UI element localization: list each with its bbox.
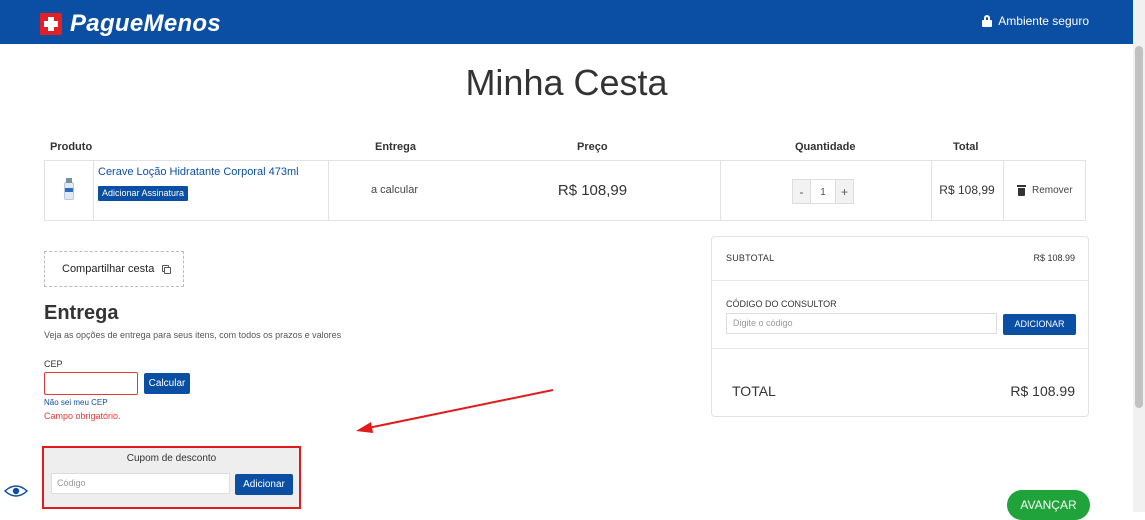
page-scrollbar[interactable] [1133, 0, 1145, 512]
eye-icon[interactable] [4, 484, 28, 498]
share-basket-button[interactable]: Compartilhar cesta [44, 251, 184, 287]
quantity-input[interactable]: 1 [811, 179, 835, 204]
trash-icon [1017, 185, 1026, 196]
increase-quantity-button[interactable]: + [835, 179, 854, 204]
coupon-title: Cupom de desconto [126, 453, 217, 464]
column-header-quantity: Quantidade [795, 141, 856, 153]
total-label: TOTAL [732, 383, 776, 399]
order-summary: SUBTOTAL R$ 108.99 CÓDIGO DO CONSULTOR D… [711, 236, 1089, 417]
column-header-total: Total [953, 141, 979, 153]
product-image[interactable] [59, 176, 81, 206]
coupon-code-input[interactable]: Código [51, 473, 230, 494]
cep-label: CEP [44, 359, 63, 369]
brand-name: PagueMenos [70, 10, 222, 37]
product-name-link[interactable]: Cerave Loção Hidratante Corporal 473ml [98, 166, 299, 178]
secure-label: Ambiente seguro [998, 14, 1089, 28]
remove-item-button[interactable]: Remover [1017, 185, 1073, 196]
top-header: PagueMenos Ambiente seguro [0, 0, 1133, 44]
total-value: R$ 108.99 [1010, 383, 1075, 399]
subtotal-label: SUBTOTAL [726, 253, 775, 263]
delivery-title: Entrega [44, 302, 119, 324]
proceed-button[interactable]: AVANÇAR [1007, 490, 1090, 520]
apply-coupon-button[interactable]: Adicionar [235, 474, 293, 495]
consultant-code-label: CÓDIGO DO CONSULTOR [726, 299, 837, 309]
calculate-shipping-button[interactable]: Calcular [144, 373, 190, 394]
pharmacy-cross-icon [40, 13, 62, 35]
decrease-quantity-button[interactable]: - [792, 179, 811, 204]
lock-icon [982, 15, 993, 27]
column-header-product: Produto [50, 141, 93, 153]
coupon-section: Cupom de desconto Código Adicionar [42, 446, 301, 509]
brand-logo[interactable]: PagueMenos [40, 10, 221, 38]
subtotal-value: R$ 108.99 [1033, 253, 1075, 263]
share-label: Compartilhar cesta [62, 263, 155, 275]
remove-label: Remover [1032, 185, 1073, 196]
add-consultant-code-button[interactable]: ADICIONAR [1003, 314, 1076, 335]
table-row: Cerave Loção Hidratante Corporal 473ml A… [44, 160, 1086, 221]
item-total: R$ 108,99 [939, 183, 995, 197]
add-subscription-button[interactable]: Adicionar Assinatura [98, 186, 189, 201]
delivery-value: a calcular [370, 184, 419, 196]
cep-input[interactable] [44, 372, 138, 395]
page-title: Minha Cesta [465, 62, 668, 103]
copy-icon [162, 264, 172, 274]
price-value: R$ 108,99 [557, 182, 628, 199]
quantity-stepper: - 1 + [792, 179, 854, 204]
unknown-cep-link[interactable]: Não sei meu CEP [44, 398, 108, 407]
consultant-code-input[interactable]: Digite o código [726, 313, 997, 334]
delivery-subtitle: Veja as opções de entrega para seus iten… [44, 330, 342, 340]
secure-environment: Ambiente seguro [982, 14, 1089, 28]
column-header-delivery: Entrega [375, 141, 416, 153]
cep-error-message: Campo obrigatório. [44, 411, 121, 421]
column-header-price: Preço [577, 141, 608, 153]
scrollbar-thumb[interactable] [1135, 46, 1143, 408]
